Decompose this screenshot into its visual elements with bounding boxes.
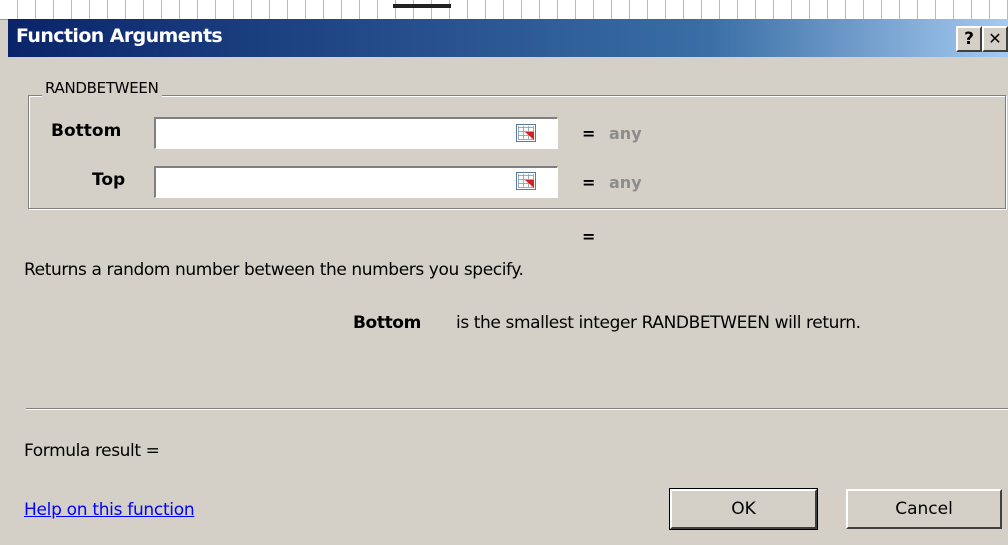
top-result: any [609,173,642,192]
top-collapse-dialog-icon[interactable] [516,172,536,190]
arg-help-text: is the smallest integer RANDBETWEEN will… [456,313,861,333]
cell-fill-mark [393,4,451,8]
dialog-body: RANDBETWEEN Bottom = any Top = any = Ret… [8,57,1008,545]
bottom-label: Bottom [51,121,122,141]
close-icon: ✕ [988,29,1002,48]
spreadsheet-background [0,0,1008,20]
function-name-legend: RANDBETWEEN [42,79,162,97]
dialog-title: Function Arguments [16,25,223,47]
top-label: Top [92,170,126,190]
help-on-function-link[interactable]: Help on this function [24,500,195,520]
close-button[interactable]: ✕ [982,26,1008,52]
cancel-button[interactable]: Cancel [846,489,1002,529]
top-equals: = [582,173,596,192]
function-description: Returns a random number between the numb… [24,260,524,280]
top-input[interactable] [154,166,558,198]
bottom-input[interactable] [154,117,558,149]
help-button[interactable]: ? [956,26,982,52]
ok-button[interactable]: OK [669,488,818,530]
dialog-titlebar[interactable]: Function Arguments ? ✕ [8,19,1008,57]
formula-result-label: Formula result = [24,441,160,461]
bottom-collapse-dialog-icon[interactable] [516,124,536,142]
overall-equals: = [582,227,596,246]
bottom-result: any [609,124,642,143]
bottom-equals: = [582,124,596,143]
footer-divider [26,408,1008,410]
arg-help-name: Bottom [353,313,421,333]
